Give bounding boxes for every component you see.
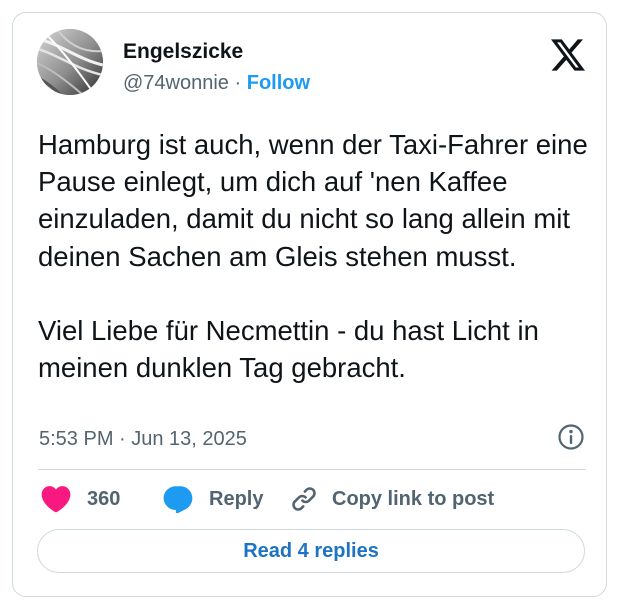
tweet-text: Hamburg ist auch, wenn der Taxi-Fahrer e… [38, 129, 588, 384]
author-handle[interactable]: @74wonnie [123, 72, 229, 94]
avatar-image [37, 29, 103, 95]
tweet-card: Engelszicke @74wonnie · Follow Hamburg i… [12, 12, 607, 597]
heart-icon [41, 486, 71, 513]
reply-button[interactable]: Reply [163, 484, 263, 514]
like-count: 360 [87, 487, 121, 510]
avatar[interactable] [37, 29, 103, 95]
follow-button[interactable]: Follow [247, 72, 310, 94]
speech-bubble-icon [163, 486, 193, 513]
copy-link-button[interactable]: Copy link to post [290, 484, 494, 514]
link-icon [292, 487, 316, 511]
handle-separator: · [234, 72, 242, 94]
tweet-timestamp[interactable]: 5:53 PM · Jun 13, 2025 [39, 428, 247, 451]
copy-link-label: Copy link to post [332, 487, 495, 510]
read-replies-label: Read 4 replies [243, 539, 379, 562]
author-name[interactable]: Engelszicke [123, 40, 243, 64]
divider [38, 469, 586, 470]
author-handle-row: @74wonnie · Follow [123, 72, 310, 95]
x-logo-icon[interactable] [551, 39, 585, 71]
read-replies-button[interactable]: Read 4 replies [37, 529, 585, 573]
reply-label: Reply [209, 487, 264, 510]
like-button[interactable]: 360 [41, 484, 120, 514]
info-icon[interactable] [557, 423, 585, 451]
